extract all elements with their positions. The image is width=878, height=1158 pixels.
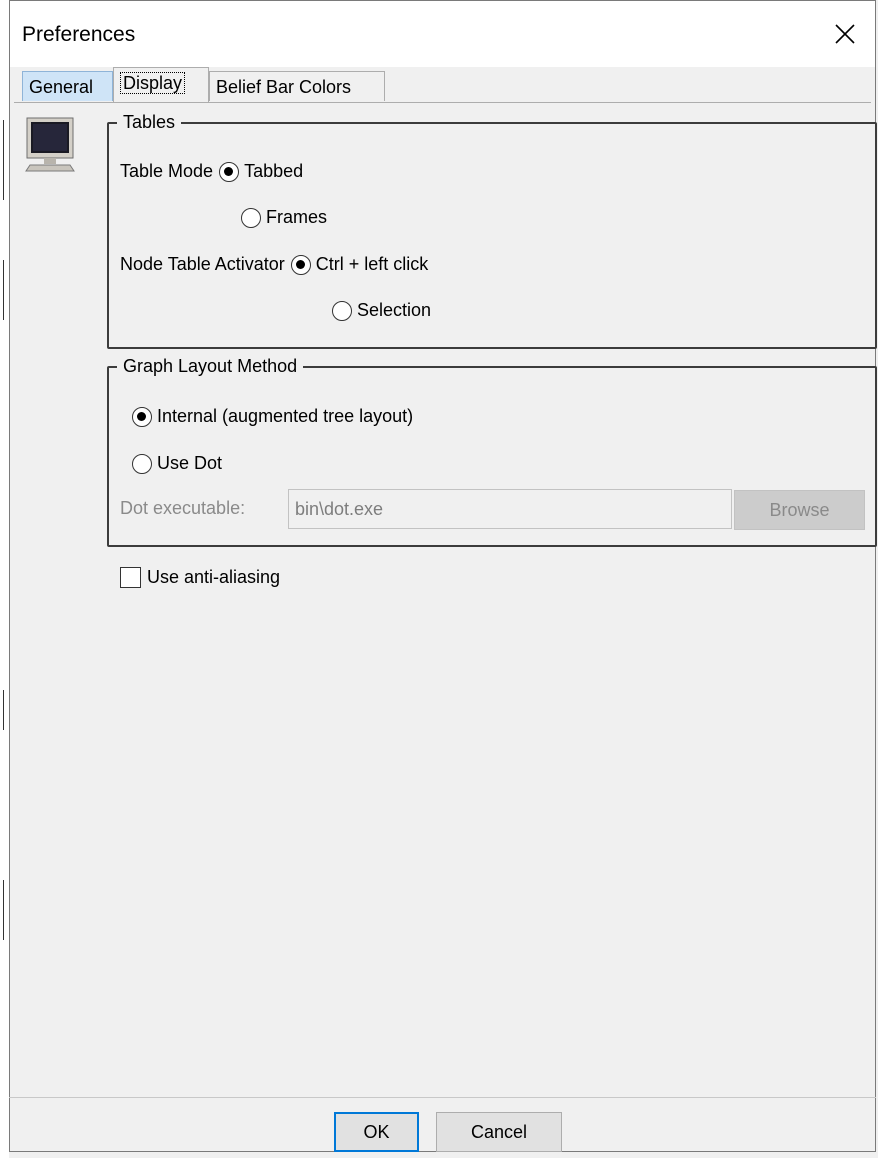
table-mode-tabbed-label: Tabbed bbox=[244, 161, 304, 181]
tables-legend: Tables bbox=[123, 112, 176, 132]
window-title: Preferences bbox=[22, 23, 136, 46]
activator-ctrl-click-label: Ctrl + left click bbox=[315, 254, 429, 274]
preferences-dialog: Preferences General Display Belief Bar C… bbox=[9, 0, 877, 1152]
tables-group: Tables bbox=[107, 112, 877, 349]
dot-executable-label: Dot executable: bbox=[120, 498, 246, 518]
tab-divider bbox=[14, 102, 871, 103]
table-mode-row: Table Mode Tabbed bbox=[120, 161, 303, 182]
tab-belief-bar-colors[interactable]: Belief Bar Colors bbox=[209, 71, 385, 101]
table-mode-label: Table Mode bbox=[120, 161, 214, 181]
browse-button[interactable]: Browse bbox=[734, 490, 865, 530]
activator-selection-row: Selection bbox=[332, 300, 431, 321]
tab-strip: General Display Belief Bar Colors bbox=[14, 67, 874, 103]
node-table-activator-row: Node Table Activator Ctrl + left click bbox=[120, 254, 428, 275]
use-dot-label: Use Dot bbox=[157, 453, 223, 473]
table-mode-tabbed-radio[interactable] bbox=[219, 161, 240, 182]
background-window-edge bbox=[0, 0, 9, 1158]
activator-selection-radio[interactable] bbox=[332, 300, 352, 321]
tab-general[interactable]: General bbox=[22, 71, 113, 101]
table-mode-frames-radio[interactable] bbox=[241, 207, 261, 228]
dot-executable-input[interactable] bbox=[288, 489, 732, 529]
activator-selection-label: Selection bbox=[357, 300, 432, 320]
anti-aliasing-checkbox[interactable] bbox=[120, 567, 141, 588]
tab-display[interactable]: Display bbox=[113, 67, 209, 103]
monitor-icon bbox=[25, 117, 75, 172]
table-mode-frames-label: Frames bbox=[266, 207, 328, 227]
internal-layout-radio[interactable] bbox=[132, 406, 152, 427]
use-dot-radio[interactable] bbox=[132, 453, 152, 474]
tab-display-label: Display bbox=[120, 72, 186, 94]
ok-button[interactable]: OK bbox=[334, 1112, 419, 1152]
cancel-button[interactable]: Cancel bbox=[436, 1112, 562, 1152]
title-bar: Preferences bbox=[10, 1, 875, 67]
internal-layout-label: Internal (augmented tree layout) bbox=[157, 406, 414, 426]
anti-aliasing-label: Use anti-aliasing bbox=[147, 567, 281, 587]
use-dot-row: Use Dot bbox=[132, 453, 222, 474]
close-icon bbox=[835, 24, 855, 44]
table-mode-frames-row: Frames bbox=[241, 207, 327, 228]
node-table-activator-label: Node Table Activator bbox=[120, 254, 285, 274]
close-button[interactable] bbox=[815, 1, 875, 67]
graph-layout-legend: Graph Layout Method bbox=[123, 356, 298, 376]
footer-divider bbox=[9, 1097, 876, 1098]
internal-layout-row: Internal (augmented tree layout) bbox=[132, 406, 413, 427]
activator-ctrl-click-radio[interactable] bbox=[290, 254, 311, 275]
